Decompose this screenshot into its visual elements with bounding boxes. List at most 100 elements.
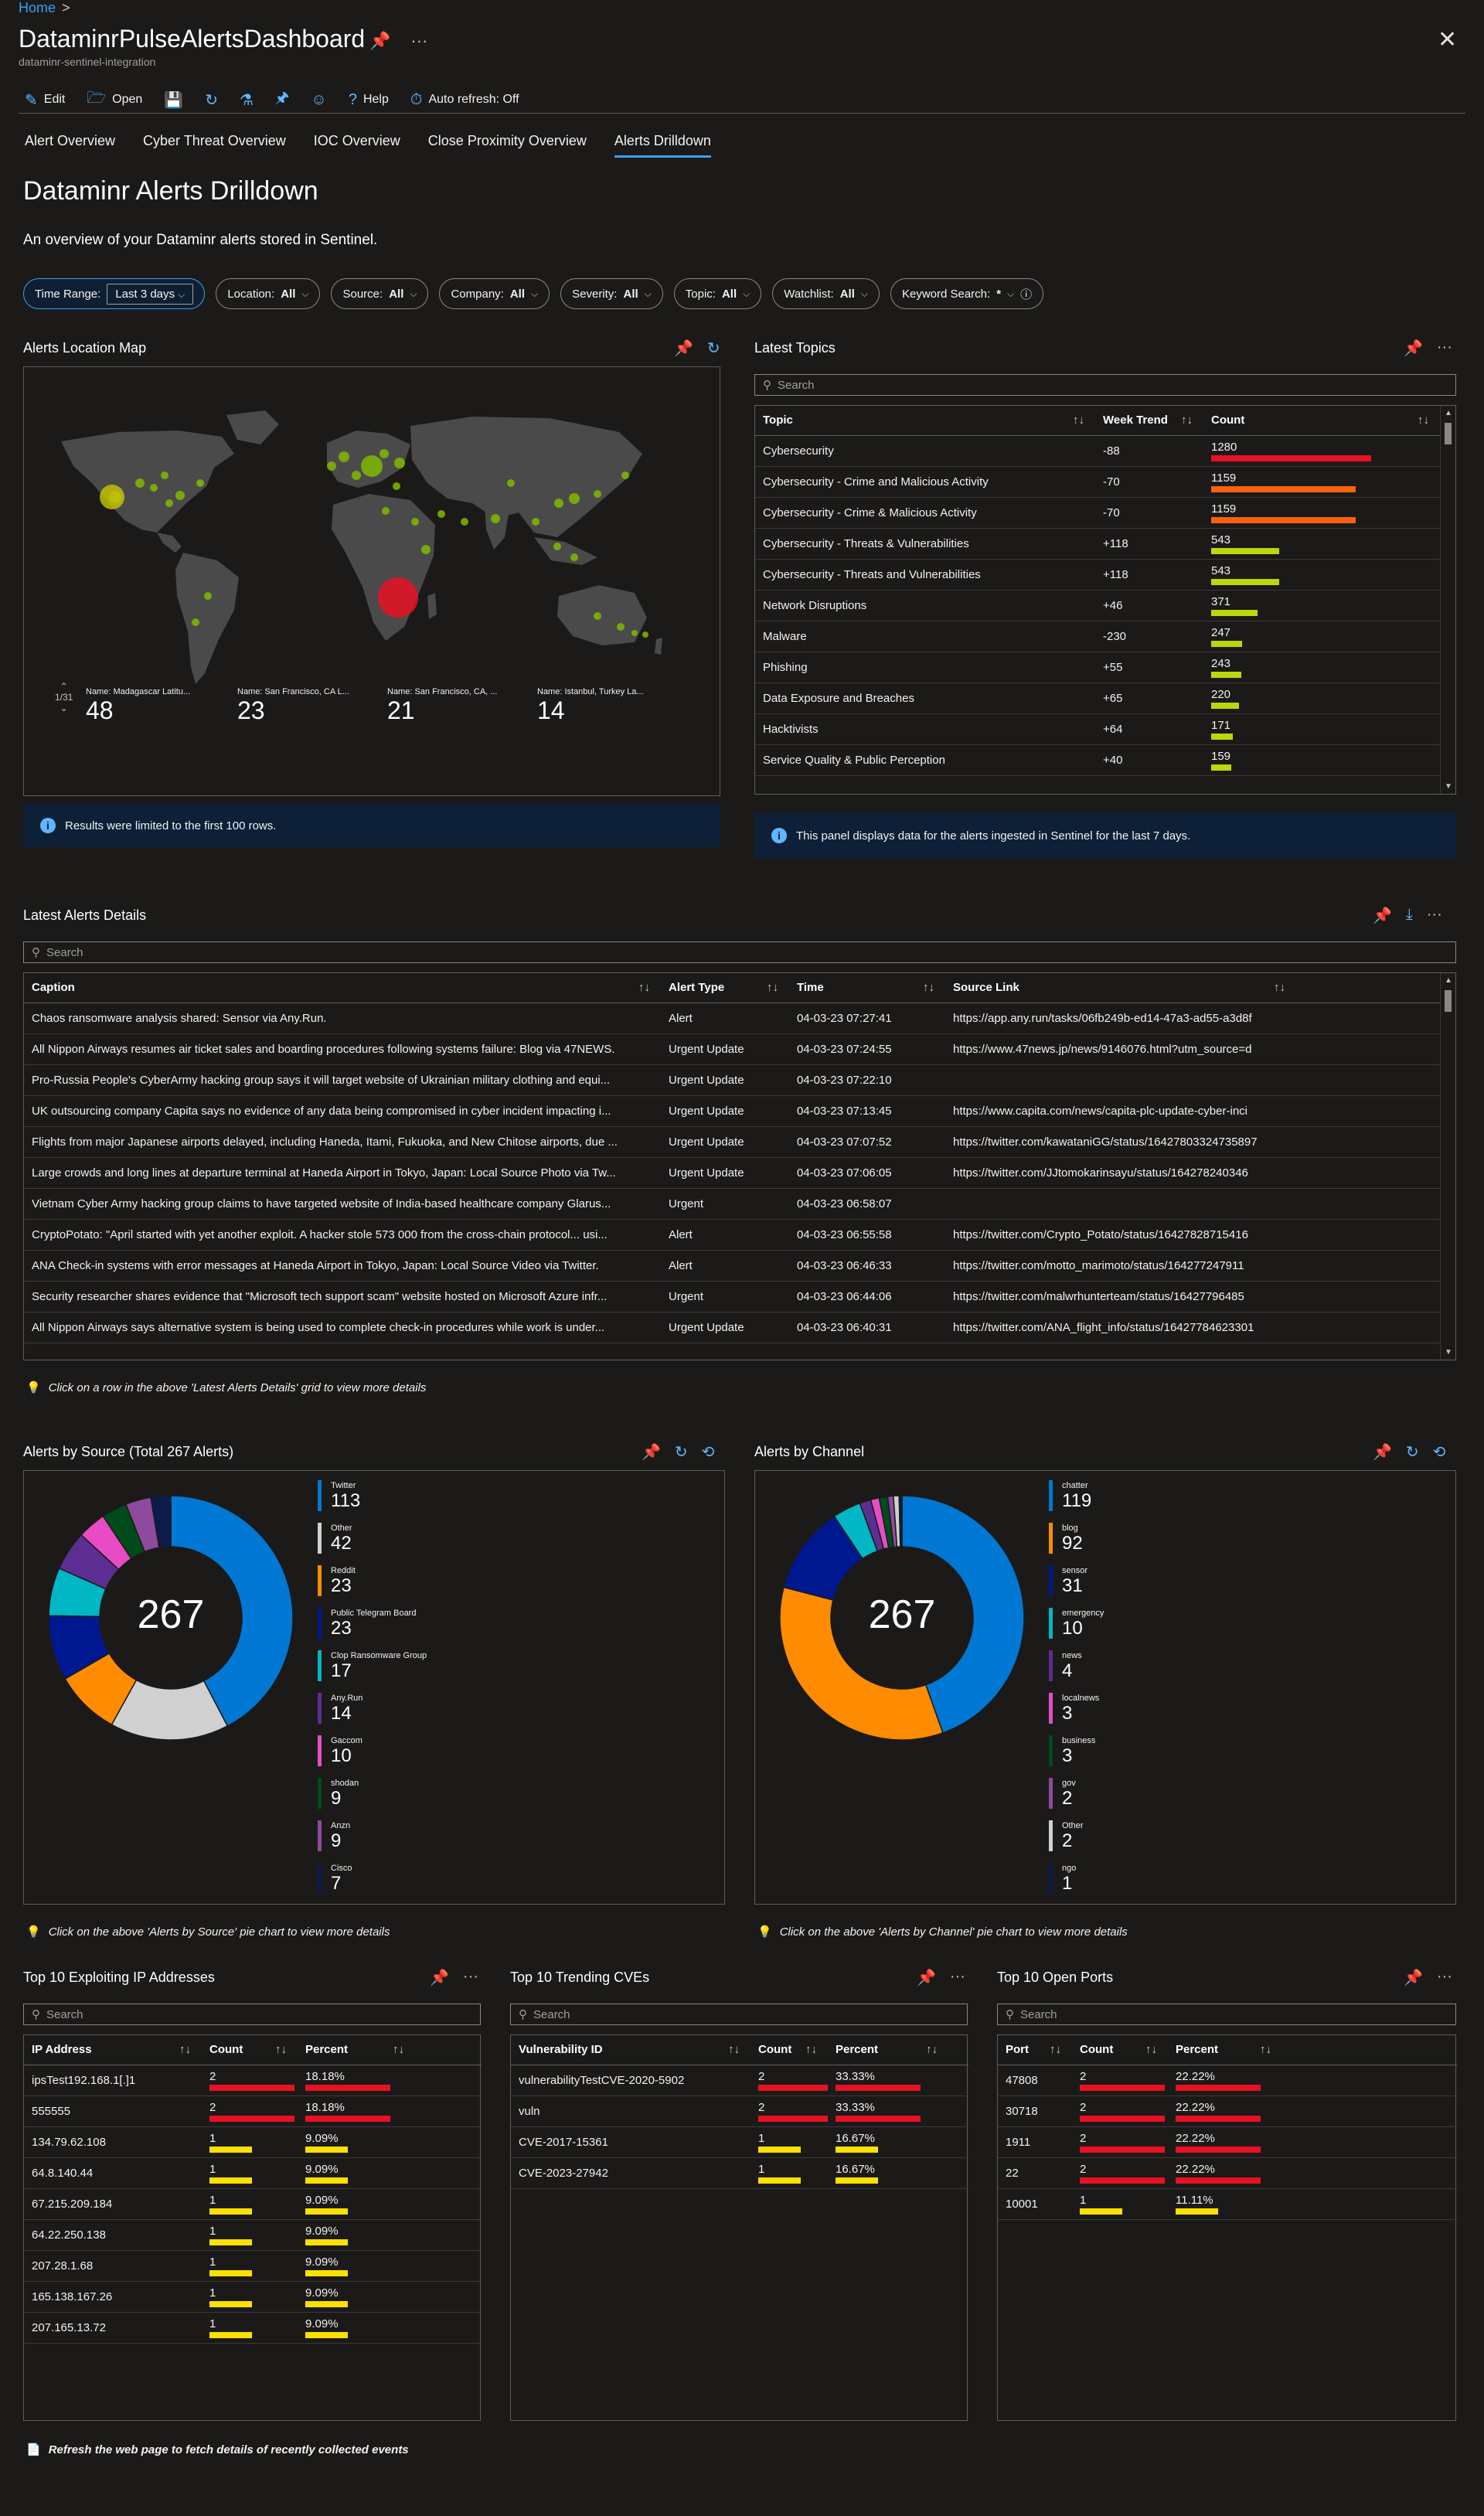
help-button[interactable]: ? Help — [349, 91, 389, 109]
severity-filter[interactable]: Severity: All ⌵ — [560, 278, 663, 309]
source-link-cell[interactable] — [945, 1188, 1440, 1220]
legend-item[interactable]: Clop Ransomware Group 17 — [318, 1650, 427, 1681]
legend-item[interactable]: Public Telegram Board 23 — [318, 1608, 416, 1639]
alert-bubble[interactable] — [532, 518, 539, 526]
scroll-up-icon[interactable]: ▲ — [1445, 976, 1452, 985]
alert-bubble[interactable] — [204, 592, 212, 600]
column-header-count[interactable]: Count ↑↓ — [202, 2035, 298, 2065]
scroll-up-icon[interactable]: ▲ — [1445, 409, 1452, 417]
alert-bubble[interactable] — [569, 493, 580, 504]
legend-item[interactable]: Anzn 9 — [318, 1820, 350, 1851]
alert-bubble[interactable] — [165, 499, 173, 507]
table-row[interactable]: CryptoPotato: "April started with yet an… — [24, 1219, 1440, 1251]
alert-bubble[interactable] — [437, 510, 445, 518]
alert-bubble[interactable] — [594, 612, 601, 620]
column-header-percent[interactable]: Percent ↑↓ — [828, 2035, 968, 2065]
tab-alert-overview[interactable]: Alert Overview — [25, 133, 115, 158]
save-button[interactable]: 💾 — [164, 90, 183, 110]
column-header-port[interactable]: Port ↑↓ — [998, 2035, 1072, 2065]
table-row[interactable]: vulnerabilityTestCVE-2020-5902 2 33.33% — [511, 2065, 968, 2096]
pin-to-dashboard-icon[interactable]: 📌 — [1373, 1442, 1392, 1462]
table-row[interactable]: Network Disruptions +46 371 — [755, 590, 1440, 621]
legend-item[interactable]: business 3 — [1049, 1735, 1095, 1766]
alert-bubble[interactable] — [393, 482, 400, 490]
legend-item[interactable]: news 4 — [1049, 1650, 1082, 1681]
scroll-down-icon[interactable]: ▼ — [1445, 782, 1452, 791]
scroll-thumb[interactable] — [1445, 423, 1452, 444]
legend-item[interactable]: Reddit 23 — [318, 1565, 356, 1596]
alert-bubble[interactable] — [150, 484, 158, 492]
table-row[interactable]: 10001 1 11.11% — [998, 2188, 1457, 2220]
world-map[interactable] — [24, 367, 720, 795]
legend-item[interactable]: gov 2 — [1049, 1778, 1076, 1809]
source-link-cell[interactable]: https://twitter.com/ANA_flight_info/stat… — [945, 1312, 1440, 1343]
map-stat-3[interactable]: Name: San Francisco, CA, ... 21 — [387, 687, 497, 725]
source-link-cell[interactable]: https://twitter.com/malwrhunterteam/stat… — [945, 1281, 1440, 1312]
column-header-source-link[interactable]: Source Link ↑↓ — [945, 973, 1440, 1003]
map-stat-2[interactable]: Name: San Francisco, CA L... 23 — [237, 687, 349, 725]
table-row[interactable]: UK outsourcing company Capita says no ev… — [24, 1095, 1440, 1127]
more-icon[interactable]: ··· — [950, 1968, 965, 1987]
tab-alerts-drilldown[interactable]: Alerts Drilldown — [614, 133, 711, 158]
undo-icon[interactable]: ⟲ — [1433, 1442, 1446, 1462]
legend-item[interactable]: Any.Run 14 — [318, 1693, 362, 1724]
alert-bubble[interactable] — [161, 472, 168, 479]
legend-item[interactable]: chatter 119 — [1049, 1480, 1091, 1511]
table-row[interactable]: Cybersecurity - Crime and Malicious Acti… — [755, 466, 1440, 498]
alert-bubble[interactable] — [491, 514, 500, 523]
topics-search-input[interactable]: ⚲ Search — [754, 374, 1456, 396]
source-filter[interactable]: Source: All ⌵ — [331, 278, 429, 309]
close-icon[interactable]: ✕ — [1438, 26, 1457, 53]
alert-bubble[interactable] — [175, 491, 185, 500]
alerts-search-input[interactable]: ⚲ Search — [23, 941, 1456, 963]
alert-bubble[interactable] — [327, 461, 336, 471]
table-row[interactable]: CVE-2017-15361 1 16.67% — [511, 2126, 968, 2158]
pin-to-dashboard-icon[interactable]: 📌 — [1404, 1968, 1423, 1987]
breadcrumb-home-link[interactable]: Home — [19, 0, 56, 15]
legend-item[interactable]: emergency 10 — [1049, 1608, 1104, 1639]
table-row[interactable]: Service Quality & Public Perception +40 15… — [755, 744, 1440, 776]
alert-bubble[interactable] — [135, 478, 145, 488]
table-row[interactable]: 134.79.62.108 1 9.09% — [24, 2126, 482, 2158]
tab-ioc-overview[interactable]: IOC Overview — [314, 133, 400, 158]
alert-bubble[interactable] — [421, 545, 431, 554]
table-row[interactable]: Malware -230 247 — [755, 621, 1440, 652]
watchlist-filter[interactable]: Watchlist: All ⌵ — [772, 278, 880, 309]
legend-item[interactable]: ngo 1 — [1049, 1863, 1076, 1894]
column-header-percent[interactable]: Percent ↑↓ — [1168, 2035, 1457, 2065]
column-header-topic[interactable]: Topic ↑↓ — [755, 406, 1095, 436]
tab-cyber-threat-overview[interactable]: Cyber Threat Overview — [143, 133, 286, 158]
legend-item[interactable]: blog 92 — [1049, 1523, 1083, 1554]
column-header-week-trend[interactable]: Week Trend ↑↓ — [1095, 406, 1203, 436]
source-link-cell[interactable]: https://twitter.com/kawataniGG/status/16… — [945, 1126, 1440, 1158]
table-row[interactable]: Large crowds and long lines at departure… — [24, 1157, 1440, 1189]
table-row[interactable]: ipsTest192.168.1[.]1 2 18.18% — [24, 2065, 482, 2096]
alert-bubble[interactable] — [621, 472, 629, 479]
feedback-button[interactable]: ⚗ — [240, 90, 254, 110]
table-row[interactable]: vuln 2 33.33% — [511, 2096, 968, 2127]
column-header-count[interactable]: Count ↑↓ — [751, 2035, 828, 2065]
pin-to-dashboard-icon[interactable]: 📌 — [674, 339, 693, 358]
more-icon[interactable]: ··· — [410, 31, 427, 50]
column-header-percent[interactable]: Percent ↑↓ — [298, 2035, 482, 2065]
more-icon[interactable]: ··· — [1437, 339, 1452, 358]
alert-bubble[interactable] — [361, 455, 383, 477]
time-range-dropdown[interactable]: Last 3 days ⌵ — [107, 283, 194, 305]
alert-bubble[interactable] — [394, 458, 405, 468]
source-link-cell[interactable]: https://www.capita.com/news/capita-plc-u… — [945, 1095, 1440, 1127]
alert-bubble[interactable] — [570, 553, 578, 561]
table-row[interactable]: Chaos ransomware analysis shared: Sensor… — [24, 1003, 1440, 1034]
smile-button[interactable]: ☺ — [311, 91, 326, 109]
legend-item[interactable]: shodan 9 — [318, 1778, 359, 1809]
legend-item[interactable]: Cisco 7 — [318, 1863, 352, 1894]
source-link-cell[interactable]: https://www.47news.jp/news/9146076.html?… — [945, 1033, 1440, 1065]
table-row[interactable]: 1911 2 22.22% — [998, 2126, 1457, 2158]
ip-search-input[interactable]: ⚲ Search — [23, 2004, 481, 2025]
table-row[interactable]: 30718 2 22.22% — [998, 2096, 1457, 2127]
table-row[interactable]: Flights from major Japanese airports del… — [24, 1126, 1440, 1158]
cve-search-input[interactable]: ⚲ Search — [510, 2004, 968, 2025]
table-row[interactable]: 67.215.209.184 1 9.09% — [24, 2188, 482, 2220]
source-link-cell[interactable]: https://twitter.com/JJtomokarinsayu/stat… — [945, 1157, 1440, 1189]
alert-bubble[interactable] — [192, 618, 199, 626]
legend-item[interactable]: localnews 3 — [1049, 1693, 1099, 1724]
